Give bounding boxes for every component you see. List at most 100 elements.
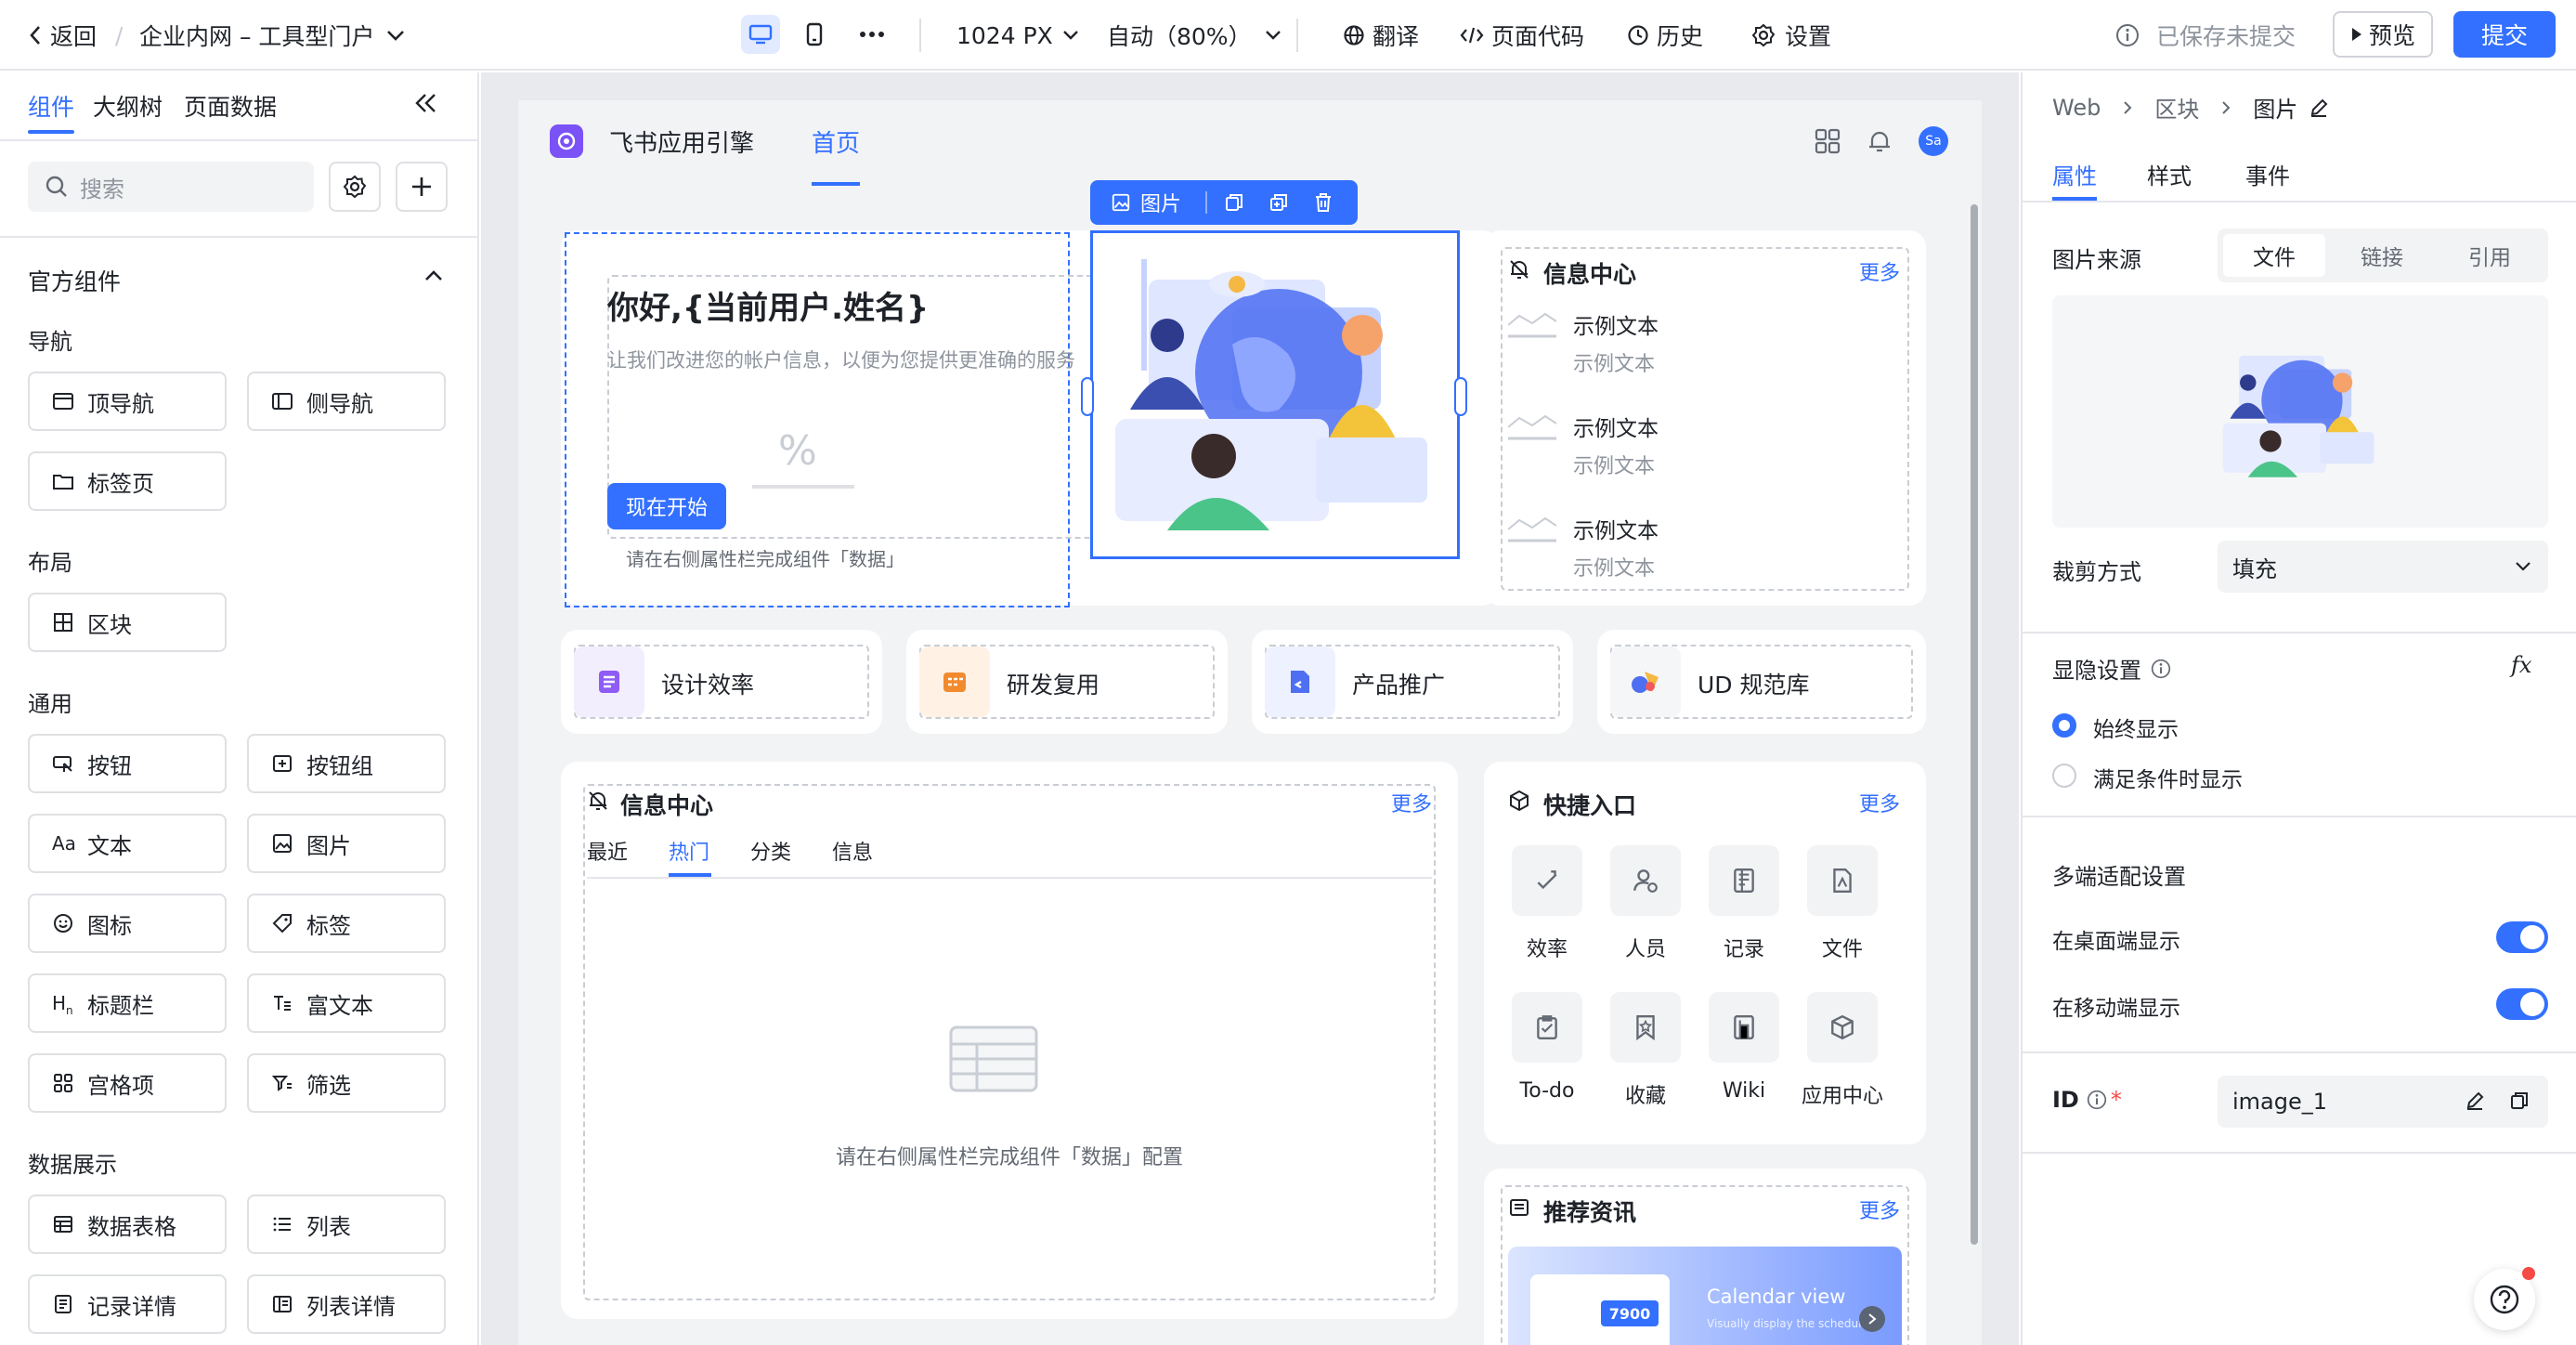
duplicate-icon[interactable] [1268, 192, 1289, 213]
add-component-button[interactable] [396, 162, 448, 212]
submit-button[interactable]: 提交 [2453, 11, 2556, 58]
component-filter[interactable]: 筛选 [247, 1053, 446, 1113]
shortcut-card-promo[interactable]: 产品推广 [1252, 630, 1573, 734]
image-preview[interactable] [2052, 295, 2548, 528]
list-item[interactable] [1508, 412, 1556, 440]
info-center-more[interactable]: 更多 [1859, 256, 1900, 286]
quick-entry-label: 效率 [1526, 938, 1568, 961]
component-tab-page[interactable]: 标签页 [28, 451, 227, 511]
resize-handle-left[interactable] [1081, 377, 1094, 416]
id-input[interactable]: image_1 [2218, 1076, 2548, 1128]
canvas-scrollbar[interactable] [1971, 204, 1978, 1245]
quick-entry-item[interactable]: To-do [1506, 992, 1586, 1122]
component-rich-text[interactable]: 富文本 [247, 973, 446, 1033]
formula-button[interactable]: fx [2511, 652, 2531, 678]
component-record-detail[interactable]: 记录详情 [28, 1274, 227, 1334]
tab-components[interactable]: 组件 [28, 89, 74, 123]
app-title-dropdown[interactable]: 企业内网 – 工具型门户 [139, 0, 406, 71]
selected-image[interactable] [1090, 230, 1460, 559]
tab-page-data[interactable]: 页面数据 [184, 89, 277, 123]
shortcut-card-design[interactable]: 设计效率 [561, 630, 882, 734]
component-list-detail[interactable]: 列表详情 [247, 1274, 446, 1334]
copy-icon[interactable] [2509, 1090, 2530, 1111]
component-icon[interactable]: 图标 [28, 894, 227, 953]
preview-button[interactable]: 预览 [2333, 11, 2433, 58]
source-reference[interactable]: 引用 [2439, 234, 2541, 277]
crop-select[interactable]: 填充 [2218, 541, 2548, 593]
mobile-view-button[interactable] [795, 15, 834, 54]
settings-button[interactable]: 设置 [1751, 0, 1831, 71]
quick-entry-more[interactable]: 更多 [1859, 788, 1900, 817]
desktop-display-toggle[interactable] [2496, 921, 2548, 953]
component-text[interactable]: Aa 文本 [28, 814, 227, 873]
component-list[interactable]: 列表 [247, 1195, 446, 1254]
component-data-table[interactable]: 数据表格 [28, 1195, 227, 1254]
quick-entry-item[interactable]: 人员 [1605, 845, 1685, 975]
quick-entry-item[interactable]: 记录 [1703, 845, 1783, 975]
chevron-up-icon[interactable] [423, 269, 444, 282]
quick-entry-item[interactable]: 文件 [1802, 845, 1881, 975]
component-settings-button[interactable] [329, 162, 381, 212]
chevron-right-icon[interactable] [1859, 1306, 1885, 1332]
component-tag[interactable]: 标签 [247, 894, 446, 953]
translate-button[interactable]: 翻译 [1343, 0, 1419, 71]
avatar[interactable]: Sa [1919, 126, 1948, 156]
desktop-view-button[interactable] [741, 15, 780, 54]
source-link[interactable]: 链接 [2331, 234, 2433, 277]
tab-style[interactable]: 样式 [2147, 158, 2192, 190]
help-button[interactable] [2474, 1267, 2535, 1330]
quick-entry-item[interactable]: Wiki [1703, 992, 1783, 1122]
list-item-title: 示例文本 [1573, 315, 1659, 339]
collapse-panel-icon[interactable] [412, 91, 438, 115]
component-button-group[interactable]: 按钮组 [247, 734, 446, 793]
breadcrumb-web[interactable]: Web [2052, 95, 2101, 121]
chevron-right-icon [2221, 100, 2231, 115]
quick-entry-item[interactable]: 效率 [1506, 845, 1586, 975]
list-item[interactable] [1508, 310, 1556, 338]
radio-conditional-show[interactable] [2052, 764, 2076, 788]
component-grid-item[interactable]: 宫格项 [28, 1053, 227, 1113]
source-file[interactable]: 文件 [2223, 234, 2325, 277]
component-side-nav[interactable]: 侧导航 [247, 372, 446, 431]
tab-recent[interactable]: 最近 [587, 836, 628, 866]
zoom-dropdown[interactable]: 自动（80%） [1107, 0, 1281, 71]
resize-handle-right[interactable] [1454, 377, 1467, 416]
edit-icon[interactable] [2309, 98, 2329, 118]
tab-outline[interactable]: 大纲树 [93, 89, 163, 123]
component-title-bar[interactable]: Hn 标题栏 [28, 973, 227, 1033]
shortcut-card-reuse[interactable]: 研发复用 [906, 630, 1228, 734]
shortcut-card-ud[interactable]: UD 规范库 [1597, 630, 1926, 734]
radio-always-show[interactable] [2052, 713, 2076, 738]
mobile-display-toggle[interactable] [2496, 988, 2548, 1020]
info-center-more[interactable]: 更多 [1391, 788, 1432, 817]
search-input[interactable]: 搜索 [28, 162, 314, 212]
news-banner[interactable]: 7900 Calendar view Visually display the … [1508, 1247, 1902, 1345]
tab-properties[interactable]: 属性 [2052, 158, 2097, 190]
quick-entry-item[interactable]: 应用中心 [1802, 992, 1883, 1122]
trash-icon[interactable] [1313, 192, 1334, 213]
component-block[interactable]: 区块 [28, 593, 227, 652]
component-button[interactable]: 按钮 [28, 734, 227, 793]
width-dropdown[interactable]: 1024 PX [956, 0, 1079, 71]
back-button[interactable]: 返回 [28, 0, 97, 71]
start-button[interactable]: 现在开始 [607, 483, 726, 529]
copy-icon[interactable] [1224, 192, 1244, 213]
news-more[interactable]: 更多 [1859, 1195, 1900, 1224]
page-code-button[interactable]: 页面代码 [1460, 0, 1584, 71]
breadcrumb-block[interactable]: 区块 [2154, 91, 2199, 124]
tab-events[interactable]: 事件 [2245, 158, 2290, 190]
component-top-nav[interactable]: 顶导航 [28, 372, 227, 431]
list-item[interactable] [1508, 515, 1556, 542]
tab-category[interactable]: 分类 [750, 836, 791, 866]
tab-info[interactable]: 信息 [832, 836, 873, 866]
history-button[interactable]: 历史 [1627, 0, 1703, 71]
apps-grid-icon[interactable] [1815, 128, 1841, 154]
nav-home[interactable]: 首页 [812, 124, 860, 159]
component-image[interactable]: 图片 [247, 814, 446, 873]
more-button[interactable] [852, 15, 891, 54]
ud-library-icon [1610, 646, 1681, 717]
bell-icon[interactable] [1867, 128, 1893, 154]
edit-icon[interactable] [2465, 1090, 2485, 1111]
tab-hot[interactable]: 热门 [669, 836, 709, 866]
quick-entry-item[interactable]: 收藏 [1605, 992, 1685, 1122]
